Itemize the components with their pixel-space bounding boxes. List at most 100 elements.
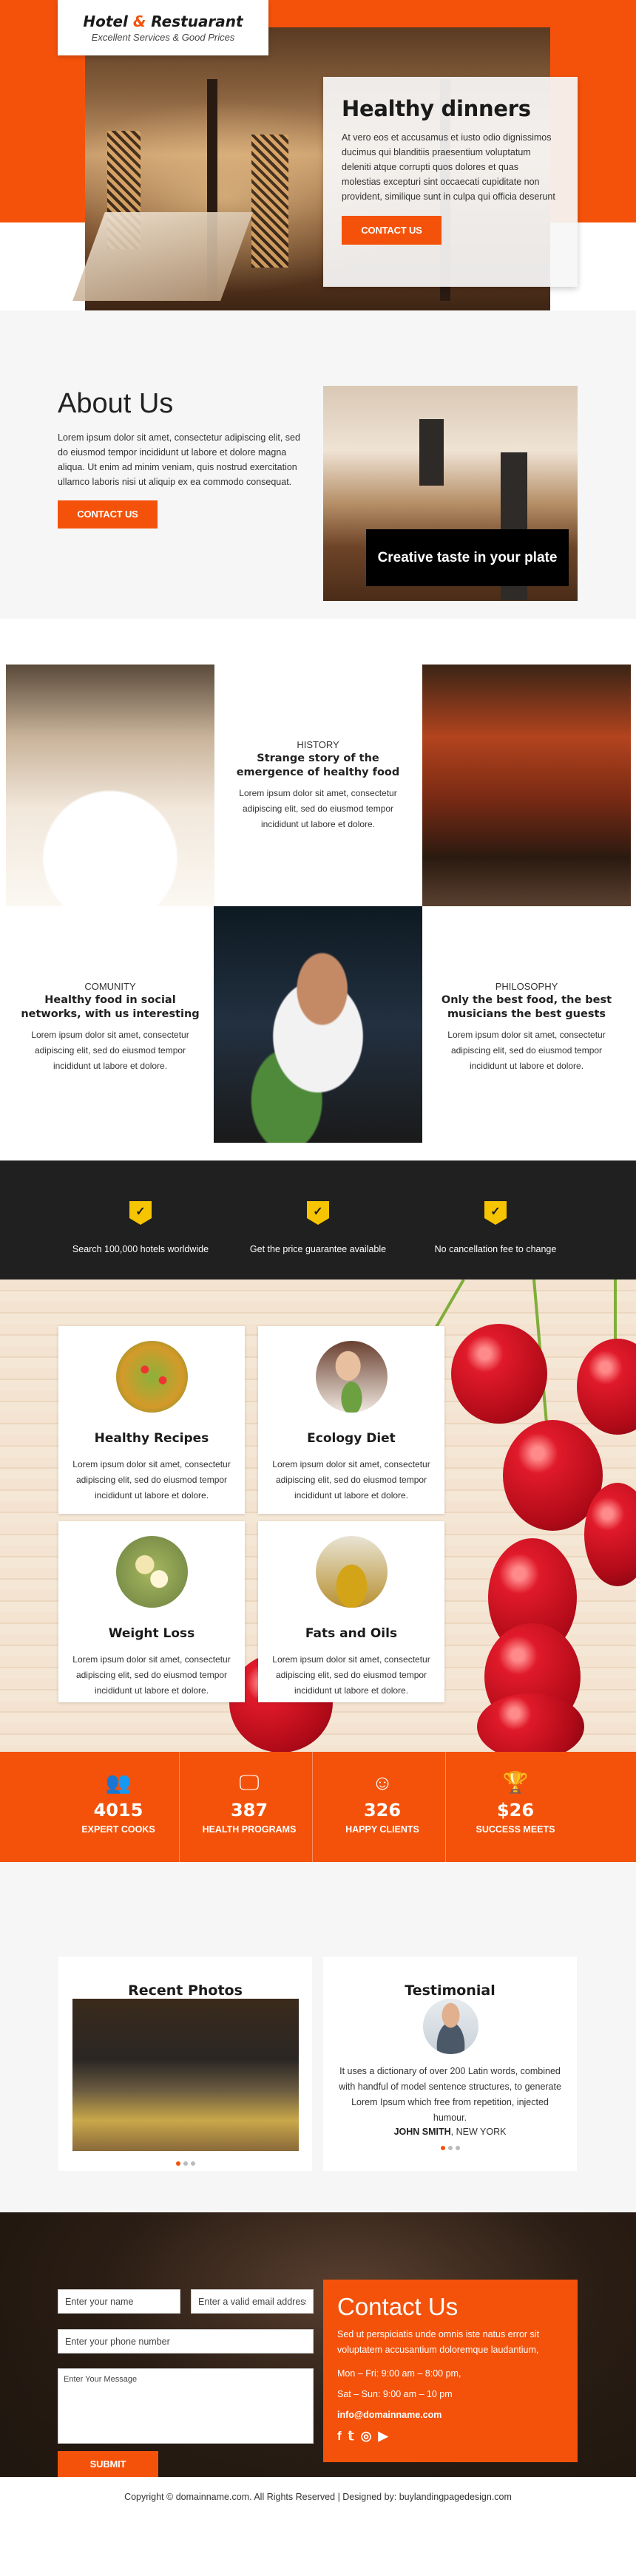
grid-philosophy-block: PHILOSOPHY Only the best food, the best …	[422, 906, 631, 1148]
testimonial-quote: It uses a dictionary of over 200 Latin w…	[339, 2066, 561, 2123]
carousel-dot[interactable]	[190, 2161, 195, 2166]
shield-check-icon: ✓	[307, 1201, 329, 1225]
stat-item: ☺ 326 HAPPY CLIENTS	[319, 1752, 445, 1862]
service-card[interactable]: Ecology Diet Lorem ipsum dolor sit amet,…	[258, 1326, 444, 1514]
service-body: Lorem ipsum dolor sit amet, consectetur …	[272, 1654, 430, 1696]
logo-word-hotel: Hotel	[83, 13, 128, 30]
recent-photos-panel: Recent Photos	[58, 1957, 312, 2171]
service-title: Weight Loss	[108, 1626, 195, 1641]
contact-title: Contact Us	[337, 2293, 459, 2320]
author-location: , NEW YORK	[450, 2127, 507, 2137]
service-card[interactable]: Healthy Recipes Lorem ipsum dolor sit am…	[58, 1326, 245, 1514]
cherry-image	[577, 1339, 636, 1435]
service-body: Lorem ipsum dolor sit amet, consectetur …	[272, 1459, 430, 1501]
service-title: Fats and Oils	[305, 1626, 398, 1641]
stat-label: SUCCESS MEETS	[476, 1824, 555, 1835]
service-card[interactable]: Weight Loss Lorem ipsum dolor sit amet, …	[58, 1521, 245, 1702]
carousel-dot[interactable]	[183, 2161, 188, 2166]
grid-history-block: HISTORY Strange story of the emergence o…	[214, 665, 422, 906]
logo-ampersand: &	[132, 13, 146, 30]
grid-dining-image	[422, 665, 631, 906]
stat-item: 🖵 387 HEALTH PROGRAMS	[186, 1752, 312, 1862]
hero-panel: Healthy dinners At vero eos et accusamus…	[323, 77, 578, 287]
stat-label: HEALTH PROGRAMS	[202, 1824, 297, 1835]
testimonial-carousel-dots	[323, 2146, 577, 2150]
submit-button[interactable]: SUBMIT	[58, 2451, 158, 2477]
grid-body: Lorem ipsum dolor sit amet, consectetur …	[447, 1029, 606, 1071]
contact-section: SUBMIT Contact Us Sed ut perspiciatis un…	[0, 2212, 636, 2477]
weekday-hours: Mon – Fri: 9:00 am – 8:00 pm,	[337, 2368, 461, 2379]
about-title: About Us	[58, 388, 174, 419]
service-body: Lorem ipsum dolor sit amet, consectetur …	[72, 1654, 231, 1696]
about-contact-button[interactable]: CONTACT US	[58, 500, 158, 529]
twitter-icon[interactable]: 𝕥	[348, 2429, 354, 2444]
grid-body: Lorem ipsum dolor sit amet, consectetur …	[239, 787, 397, 829]
grid-category: PHILOSOPHY	[495, 980, 558, 992]
hero-title: Healthy dinners	[342, 96, 531, 121]
carousel-dot[interactable]	[455, 2146, 460, 2150]
grid-food-image	[6, 665, 214, 906]
carousel-dot[interactable]	[447, 2146, 453, 2150]
monitor-icon: 🖵	[239, 1771, 260, 1794]
logo-word-restaurant: Restuarant	[151, 13, 243, 30]
trust-band: ✓ Search 100,000 hotels worldwide ✓ Get …	[0, 1160, 636, 1279]
story-grid-section: HISTORY Strange story of the emergence o…	[0, 619, 636, 1160]
stat-value: 4015	[93, 1800, 143, 1821]
stat-value: 387	[230, 1800, 268, 1821]
testimonial-avatar	[423, 1999, 478, 2054]
healthy-recipes-image	[115, 1341, 188, 1413]
stat-item: 👥 4015 EXPERT COOKS	[52, 1752, 185, 1862]
service-card[interactable]: Fats and Oils Lorem ipsum dolor sit amet…	[258, 1521, 444, 1702]
hero-body: At vero eos et accusamus et iusto odio d…	[342, 132, 555, 202]
hero-contact-button[interactable]: CONTACT US	[342, 216, 442, 245]
stat-value: $26	[496, 1800, 535, 1821]
about-image-menu-board	[419, 419, 444, 486]
facebook-icon[interactable]: f	[337, 2429, 342, 2444]
testimonial-title: Testimonial	[405, 1982, 495, 1999]
stats-divider	[445, 1752, 446, 1862]
grid-category: COMUNITY	[84, 980, 136, 992]
service-body: Lorem ipsum dolor sit amet, consectetur …	[72, 1459, 231, 1501]
message-textarea[interactable]	[58, 2368, 314, 2444]
footer: Copyright © domainname.com. All Rights R…	[0, 2477, 636, 2526]
contact-email[interactable]: info@domainname.com	[337, 2410, 564, 2420]
stat-label: HAPPY CLIENTS	[345, 1824, 419, 1835]
weekend-hours: Sat – Sun: 9:00 am – 10 pm	[337, 2389, 453, 2399]
grid-community-block: COMUNITY Healthy food in social networks…	[6, 906, 214, 1148]
logo-title: Hotel & Restuarant	[58, 13, 268, 30]
carousel-dot[interactable]	[175, 2161, 180, 2166]
service-title: Ecology Diet	[307, 1431, 396, 1446]
instagram-icon[interactable]: ◎	[361, 2429, 372, 2444]
hero-image-table	[72, 212, 253, 301]
author-name: JOHN SMITH	[393, 2127, 451, 2137]
cherry-image	[451, 1324, 547, 1424]
grid-title: Strange story of the emergence of health…	[236, 752, 400, 778]
shield-check-icon: ✓	[129, 1201, 152, 1225]
logo[interactable]: Hotel & Restuarant Excellent Services & …	[58, 0, 268, 55]
recent-photo-image	[72, 1999, 299, 2151]
grid-title: Healthy food in social networks, with us…	[21, 993, 200, 1020]
grid-title: Only the best food, the best musicians t…	[441, 993, 612, 1020]
about-restaurant-image: Creative taste in your plate	[323, 386, 578, 601]
ecology-diet-image	[315, 1341, 388, 1413]
email-input[interactable]	[191, 2289, 314, 2314]
stat-value: 326	[363, 1800, 402, 1821]
users-icon: 👥	[105, 1771, 132, 1794]
testimonial-panel: Testimonial It uses a dictionary of over…	[323, 1957, 577, 2171]
carousel-dot[interactable]	[440, 2146, 445, 2150]
stat-item: 🏆 $26 SUCCESS MEETS	[453, 1752, 578, 1862]
weight-loss-image	[115, 1536, 188, 1608]
stat-label: EXPERT COOKS	[81, 1824, 155, 1835]
contact-info-box: Contact Us Sed ut perspiciatis unde omni…	[323, 2280, 578, 2462]
phone-input[interactable]	[58, 2329, 314, 2354]
grid-category: HISTORY	[297, 738, 339, 750]
recent-photos-title: Recent Photos	[128, 1982, 243, 1999]
service-title: Healthy Recipes	[94, 1431, 209, 1446]
name-input[interactable]	[58, 2289, 180, 2314]
youtube-icon[interactable]: ▶	[378, 2429, 388, 2444]
photos-carousel-dots	[58, 2161, 312, 2166]
shield-check-icon: ✓	[484, 1201, 507, 1225]
about-section: About Us Lorem ipsum dolor sit amet, con…	[0, 310, 636, 619]
social-links: f 𝕥 ◎ ▶	[337, 2429, 564, 2444]
fats-oils-image	[315, 1536, 388, 1608]
